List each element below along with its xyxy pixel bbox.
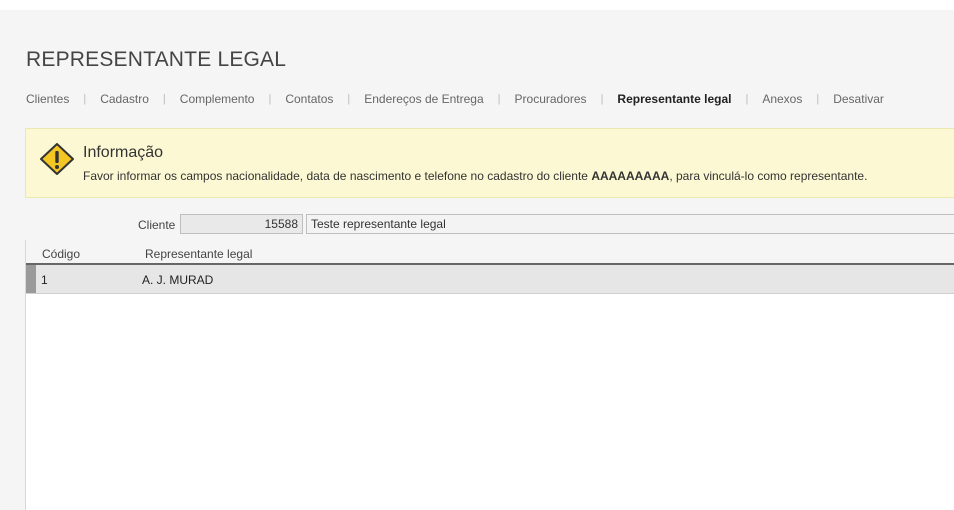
table-row[interactable]: 1 A. J. MURAD — [26, 265, 954, 294]
warning-icon — [40, 143, 74, 175]
tab-separator: | — [745, 93, 749, 105]
page-title: REPRESENTANTE LEGAL — [26, 48, 287, 71]
info-message: Favor informar os campos nacionalidade, … — [83, 169, 867, 183]
info-message-start: Favor informar os campos nacionalidade, … — [83, 169, 592, 183]
tab-separator: | — [600, 93, 604, 105]
tab-desativar[interactable]: Desativar — [833, 92, 884, 106]
cell-representante: A. J. MURAD — [142, 273, 214, 287]
row-selection-marker — [26, 265, 36, 293]
tab-bar: Clientes | Cadastro | Complemento | Cont… — [26, 90, 884, 108]
tab-complemento[interactable]: Complemento — [180, 92, 255, 106]
info-message-end: , para vinculá-lo como representante. — [669, 169, 868, 183]
tab-separator: | — [162, 93, 166, 105]
cliente-label: Cliente — [138, 218, 176, 232]
tab-cadastro[interactable]: Cadastro — [100, 92, 149, 106]
column-header-codigo[interactable]: Código — [42, 247, 80, 261]
tab-separator: | — [497, 93, 501, 105]
representantes-grid: Código Representante legal 1 A. J. MURAD — [25, 240, 954, 510]
info-alert: Informação Favor informar os campos naci… — [25, 128, 954, 198]
tab-separator: | — [268, 93, 272, 105]
cell-codigo: 1 — [41, 273, 48, 287]
grid-header: Código Representante legal — [26, 240, 954, 265]
tab-clientes[interactable]: Clientes — [26, 92, 69, 106]
info-title: Informação — [83, 144, 164, 161]
tab-separator: | — [83, 93, 87, 105]
column-header-representante[interactable]: Representante legal — [145, 247, 252, 261]
tab-separator: | — [816, 93, 820, 105]
tab-procuradores[interactable]: Procuradores — [515, 92, 587, 106]
tab-anexos[interactable]: Anexos — [762, 92, 802, 106]
tab-representante-legal[interactable]: Representante legal — [617, 92, 731, 106]
tab-enderecos-de-entrega[interactable]: Endereços de Entrega — [364, 92, 483, 106]
cliente-code-field[interactable]: 15588 — [180, 214, 303, 234]
cliente-name-field[interactable]: Teste representante legal — [306, 214, 954, 234]
tab-separator: | — [347, 93, 351, 105]
tab-contatos[interactable]: Contatos — [285, 92, 333, 106]
info-client-name: AAAAAAAAA — [591, 169, 670, 183]
